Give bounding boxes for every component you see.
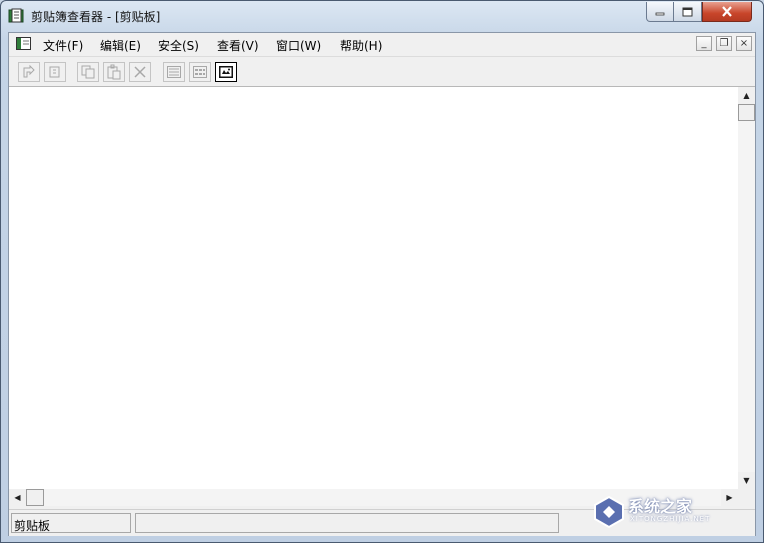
close-icon bbox=[722, 6, 732, 17]
vertical-scrollbar[interactable]: ▲ ▼ bbox=[738, 87, 755, 489]
paste-icon bbox=[107, 64, 121, 80]
watermark-text: 系统之家 bbox=[628, 497, 693, 516]
window-title: 剪贴簿查看器 - [剪贴板] bbox=[31, 10, 161, 24]
horizontal-scroll-thumb[interactable] bbox=[26, 489, 44, 506]
menu-help[interactable]: 帮助(H) bbox=[340, 37, 382, 54]
menu-window[interactable]: 窗口(W) bbox=[276, 37, 321, 54]
maximize-icon bbox=[682, 7, 693, 16]
delete-button[interactable] bbox=[129, 62, 151, 82]
vertical-scroll-thumb[interactable] bbox=[738, 104, 755, 121]
delete-icon bbox=[134, 66, 146, 78]
scroll-left-arrow[interactable]: ◀ bbox=[9, 489, 26, 506]
menu-bar: 文件(F) 编辑(E) 安全(S) 查看(V) 窗口(W) 帮助(H) _ ❐ … bbox=[9, 33, 755, 57]
menu-file[interactable]: 文件(F) bbox=[43, 37, 83, 54]
copy-icon bbox=[81, 65, 95, 79]
window-minimize-button[interactable] bbox=[646, 2, 674, 22]
menu-view[interactable]: 查看(V) bbox=[217, 37, 259, 54]
connect-icon bbox=[23, 64, 35, 78]
scroll-down-arrow[interactable]: ▼ bbox=[738, 472, 755, 489]
list-view-button[interactable] bbox=[163, 62, 185, 82]
child-minimize-button[interactable]: _ bbox=[696, 36, 712, 51]
child-close-button[interactable]: × bbox=[736, 36, 752, 51]
child-restore-button[interactable]: ❐ bbox=[716, 36, 732, 51]
minimize-icon bbox=[655, 12, 665, 15]
document-icon[interactable] bbox=[16, 37, 32, 51]
menu-security[interactable]: 安全(S) bbox=[158, 37, 199, 54]
thumbnail-view-button[interactable] bbox=[189, 62, 211, 82]
clipbook-app-icon bbox=[8, 8, 24, 23]
copy-button[interactable] bbox=[77, 62, 99, 82]
title-bar[interactable]: 剪贴簿查看器 - [剪贴板] bbox=[1, 1, 763, 31]
watermark-subtext: XITONGZHIJIA.NET bbox=[630, 515, 711, 523]
paste-button[interactable] bbox=[103, 62, 125, 82]
status-pane-secondary bbox=[135, 513, 559, 533]
scroll-up-arrow[interactable]: ▲ bbox=[738, 87, 755, 104]
full-page-view-button[interactable] bbox=[215, 62, 237, 82]
list-view-icon bbox=[167, 66, 181, 78]
disconnect-icon bbox=[49, 66, 60, 78]
window-close-button[interactable] bbox=[702, 2, 752, 22]
status-text: 剪贴板 bbox=[11, 513, 131, 533]
app-window: 剪贴簿查看器 - [剪贴板] 文件(F) 编辑(E) 安全(S) 查看(V) 窗… bbox=[0, 0, 764, 543]
toolbar bbox=[9, 57, 755, 87]
menu-edit[interactable]: 编辑(E) bbox=[100, 37, 141, 54]
disconnect-button[interactable] bbox=[44, 62, 66, 82]
connect-button[interactable] bbox=[18, 62, 40, 82]
window-maximize-button[interactable] bbox=[674, 2, 702, 22]
watermark-logo-icon bbox=[594, 495, 624, 529]
client-area: 文件(F) 编辑(E) 安全(S) 查看(V) 窗口(W) 帮助(H) _ ❐ … bbox=[8, 32, 756, 536]
clipboard-content-area[interactable] bbox=[9, 87, 738, 489]
site-watermark: 系统之家 XITONGZHIJIA.NET bbox=[592, 491, 760, 533]
thumbnail-view-icon bbox=[193, 66, 207, 78]
full-page-view-icon bbox=[219, 66, 233, 78]
